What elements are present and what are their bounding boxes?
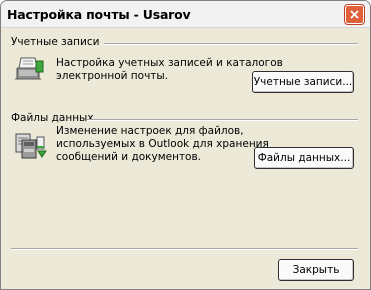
close-icon	[350, 10, 359, 19]
accounts-button[interactable]: Учетные записи...	[252, 71, 354, 93]
data-files-description: Изменение настроек для файлов, используе…	[56, 125, 269, 164]
data-files-description-line: Изменение настроек для файлов,	[56, 125, 244, 137]
title-bar[interactable]: Настройка почты - Usarov	[1, 1, 370, 28]
accounts-separator	[104, 43, 358, 45]
data-files-icon	[13, 129, 47, 165]
data-files-button[interactable]: Файлы данных...	[254, 147, 354, 169]
mail-accounts-icon	[13, 55, 45, 87]
data-files-description-line: сообщений и документов.	[56, 151, 202, 163]
accounts-description-line: Настройка учетных записей и каталогов	[56, 57, 283, 69]
data-files-separator	[87, 119, 358, 121]
accounts-description: Настройка учетных записей и каталогов эл…	[56, 57, 283, 83]
footer-separator	[11, 248, 358, 250]
mail-setup-dialog: Настройка почты - Usarov Учетные записи …	[0, 0, 371, 290]
title-close-button[interactable]	[345, 5, 364, 24]
accounts-description-line: электронной почты.	[56, 70, 169, 82]
data-files-section-label: Файлы данных	[11, 112, 94, 124]
window-title: Настройка почты - Usarov	[7, 7, 191, 22]
close-button[interactable]: Закрыть	[278, 259, 354, 281]
accounts-section-label: Учетные записи	[11, 36, 100, 48]
data-files-description-line: используемых в Outlook для хранения	[56, 138, 269, 150]
